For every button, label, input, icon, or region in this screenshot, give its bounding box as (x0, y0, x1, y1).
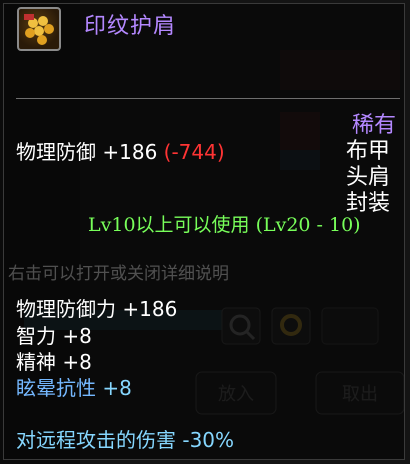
stat-value: +8 (62, 350, 92, 374)
stat-label: 物理防御力 (16, 297, 116, 321)
level-requirement: Lv10以上可以使用 (Lv20 - 10) (88, 214, 361, 236)
stat-value: +186 (122, 297, 178, 321)
divider (16, 98, 400, 99)
base-defense-line: 物理防御 +186 (-744) (16, 136, 225, 165)
base-defense-diff: (-744) (163, 140, 225, 164)
stat-spirit: 精神 +8 (16, 346, 92, 375)
stat-physical-defense: 物理防御力 +186 (16, 293, 177, 322)
special-effect: 对远程攻击的伤害 -30% (16, 428, 235, 452)
stat-value: +8 (62, 324, 92, 348)
stat-label: 智力 (16, 324, 56, 348)
hint-text: 右击可以打开或关闭详细说明 (8, 264, 229, 284)
stat-stun-resist: 眩晕抗性 +8 (16, 372, 132, 401)
stat-label: 精神 (16, 350, 56, 374)
item-name: 印纹护肩 (84, 14, 177, 39)
stat-label: 眩晕抗性 (16, 376, 96, 400)
base-defense-label: 物理防御 (16, 140, 96, 164)
stat-intelligence: 智力 +8 (16, 320, 92, 349)
shoulder-armor-icon (17, 7, 61, 51)
stat-value: +8 (102, 376, 132, 400)
base-defense-value: +186 (102, 140, 158, 164)
